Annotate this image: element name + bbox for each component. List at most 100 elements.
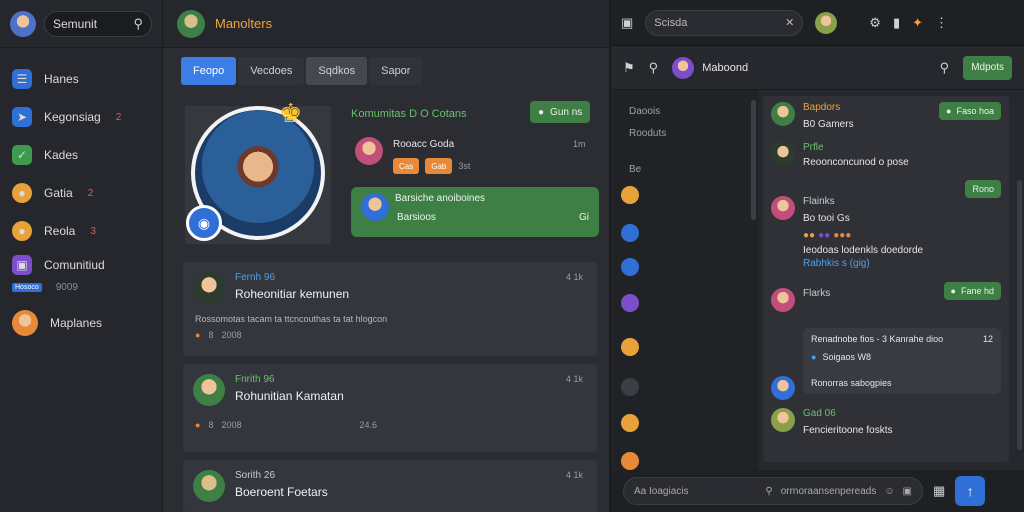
server-icon[interactable] [621,186,639,204]
search-icon[interactable]: ⚲ [649,60,659,76]
tab-2[interactable]: Sqdkos [306,57,368,85]
orange-chip-1[interactable]: Gab [425,158,453,174]
channel-item-1[interactable]: Rooduts [611,122,759,144]
check-icon: ● [946,106,952,116]
highlight-card[interactable]: Barsiche anoiboines Barsioos Gi [351,187,599,237]
group-avatar[interactable] [177,9,205,38]
server-icon[interactable] [621,294,639,312]
post-author[interactable]: Sorith 26 [235,470,328,481]
close-icon[interactable]: ✕ [785,16,794,29]
like-icon[interactable]: ● [195,330,200,340]
message-avatar[interactable] [771,376,795,400]
reaction-chip[interactable]: ● Faso hoa [939,102,1001,120]
sidebar-item-3[interactable]: ● Gatia 2 [0,174,162,212]
message-avatar[interactable] [771,102,795,126]
post-meta: 4 1k [565,374,583,384]
orange-chip-0[interactable]: Cas [393,158,420,174]
feed-post[interactable]: Sorith 26 Boeroent Foetars 4 1k [183,460,597,512]
chat-bubble-icon[interactable]: ◉ [186,205,222,241]
server-icon[interactable] [621,378,639,396]
server-icon[interactable] [621,224,639,242]
channel-avatar[interactable] [672,56,695,79]
sidebar-item-label: Maplanes [50,316,103,330]
post-avatar[interactable] [193,470,225,502]
quote-body: Ronorras sabogpies [811,378,892,388]
message-avatar[interactable] [771,408,795,432]
sidebar-item-2[interactable]: ✓ Kades [0,136,162,174]
message-input[interactable]: Aa Ioagiacis ⚲ orrnoraansenpereads ☺ ▣ [623,477,923,505]
channel-item-2[interactable]: Be [611,158,759,180]
emoji-icon[interactable]: ●● [803,230,815,241]
check-icon: ● [950,286,956,296]
message-avatar[interactable] [771,142,795,166]
emoji-icon[interactable]: ●● [818,230,830,241]
member-avatar[interactable] [355,137,383,165]
reaction-label: Fane hd [960,286,994,296]
reaction-chip[interactable]: Rono [965,180,1001,198]
compass-icon[interactable]: ⚙ [869,15,881,31]
post-meta: 4 1k [565,470,583,480]
highlight-count: Gi [579,212,589,223]
scrollbar[interactable] [751,100,756,220]
quoted-message[interactable]: Renadnobe fios - 3 Kanrahe dioo 12 ● Soi… [803,328,1001,394]
post-avatar[interactable] [193,374,225,406]
emoji-icon[interactable]: ☺ [884,486,894,497]
sidebar-item-0[interactable]: ☰ Hanes [0,60,162,98]
post-avatar[interactable] [193,272,225,304]
menu-icon[interactable]: ⋮ [935,15,948,31]
sidebar-item-4[interactable]: ● Reola 3 [0,212,162,250]
server-icon[interactable] [621,452,639,470]
message-avatar[interactable] [771,196,795,220]
server-icon[interactable] [621,258,639,276]
tab-0[interactable]: Feopo [181,57,237,85]
like-icon[interactable]: ● [195,420,200,430]
coin-icon: ● [12,183,32,203]
page-title: Manolters [215,16,273,31]
pin-icon[interactable]: ⚑ [623,60,635,76]
server-icon[interactable] [621,338,639,356]
sidebar-item-label: Kegonsiag [44,110,101,124]
search-icon[interactable]: ⚲ [940,60,950,76]
sidebar-search[interactable]: Semunit ⚲ [44,10,152,37]
message-text: Fencieritoone foskts [803,425,893,436]
sidebar-item-5[interactable]: ▣ Comunitiud [0,250,162,280]
action-button[interactable]: Mdpots [963,55,1012,80]
message-author[interactable]: Bapdors [803,102,854,113]
emoji-icon[interactable]: ●●● [833,230,851,241]
feed-post[interactable]: Fnrith 96 Rohunitian Kamatan 4 1k ● 8 20… [183,364,597,452]
contact-avatar[interactable] [815,11,838,34]
sidebar-item-label: Hanes [44,72,79,86]
chat-search[interactable]: Scisda ✕ [645,9,804,36]
reaction-chip[interactable]: ● Fane hd [943,282,1001,300]
server-icon[interactable] [621,414,639,432]
message-author[interactable]: Prfle [803,142,909,153]
send-button[interactable]: ↑ [955,476,986,506]
attach-icon[interactable]: ⚲ [765,486,772,497]
top-chip[interactable]: ● Gun ns [530,101,591,123]
message-input-placeholder: Aa Ioagiacis [634,485,689,497]
flame-icon[interactable]: ✦ [912,15,923,31]
user-avatar[interactable] [10,10,36,37]
message-body: Ieodoas lodenkls doedorde [803,245,924,256]
tab-1[interactable]: Vecdoes [238,57,305,85]
message-link[interactable]: Rabhkis s (gig) [803,258,923,269]
message-avatar[interactable] [771,288,795,312]
chat-panel: ▣ Scisda ✕ ⚙ ▮ ✦ ⋮ ⚑ ⚲ Maboond ⚲ Mdpots … [609,0,1024,512]
message-author[interactable]: Flainks [803,196,923,207]
sidebar-item-1[interactable]: ➤ Kegonsiag 2 [0,98,162,136]
message-author[interactable]: Gad 06 [803,408,893,419]
message-author[interactable]: Flarks [803,288,830,312]
window-icon[interactable]: ▣ [621,15,633,31]
scrollbar[interactable] [1017,180,1022,450]
search-icon[interactable]: ⚲ [133,16,143,32]
post-author[interactable]: Fernh 96 [235,272,349,283]
grid-icon[interactable]: ▦ [933,483,945,499]
post-author[interactable]: Fnrith 96 [235,374,344,385]
sidebar-item-6[interactable]: Maplanes [0,304,162,342]
bookmark-icon[interactable]: ▮ [893,15,900,31]
tab-3[interactable]: Sapor [369,57,423,85]
feed-post[interactable]: Fernh 96 Roheonitiar kemunen 4 1k Rossom… [183,262,597,356]
member-count: 3st [458,161,471,171]
channel-item-0[interactable]: Daoois [611,100,759,122]
gif-icon[interactable]: ▣ [903,486,912,497]
